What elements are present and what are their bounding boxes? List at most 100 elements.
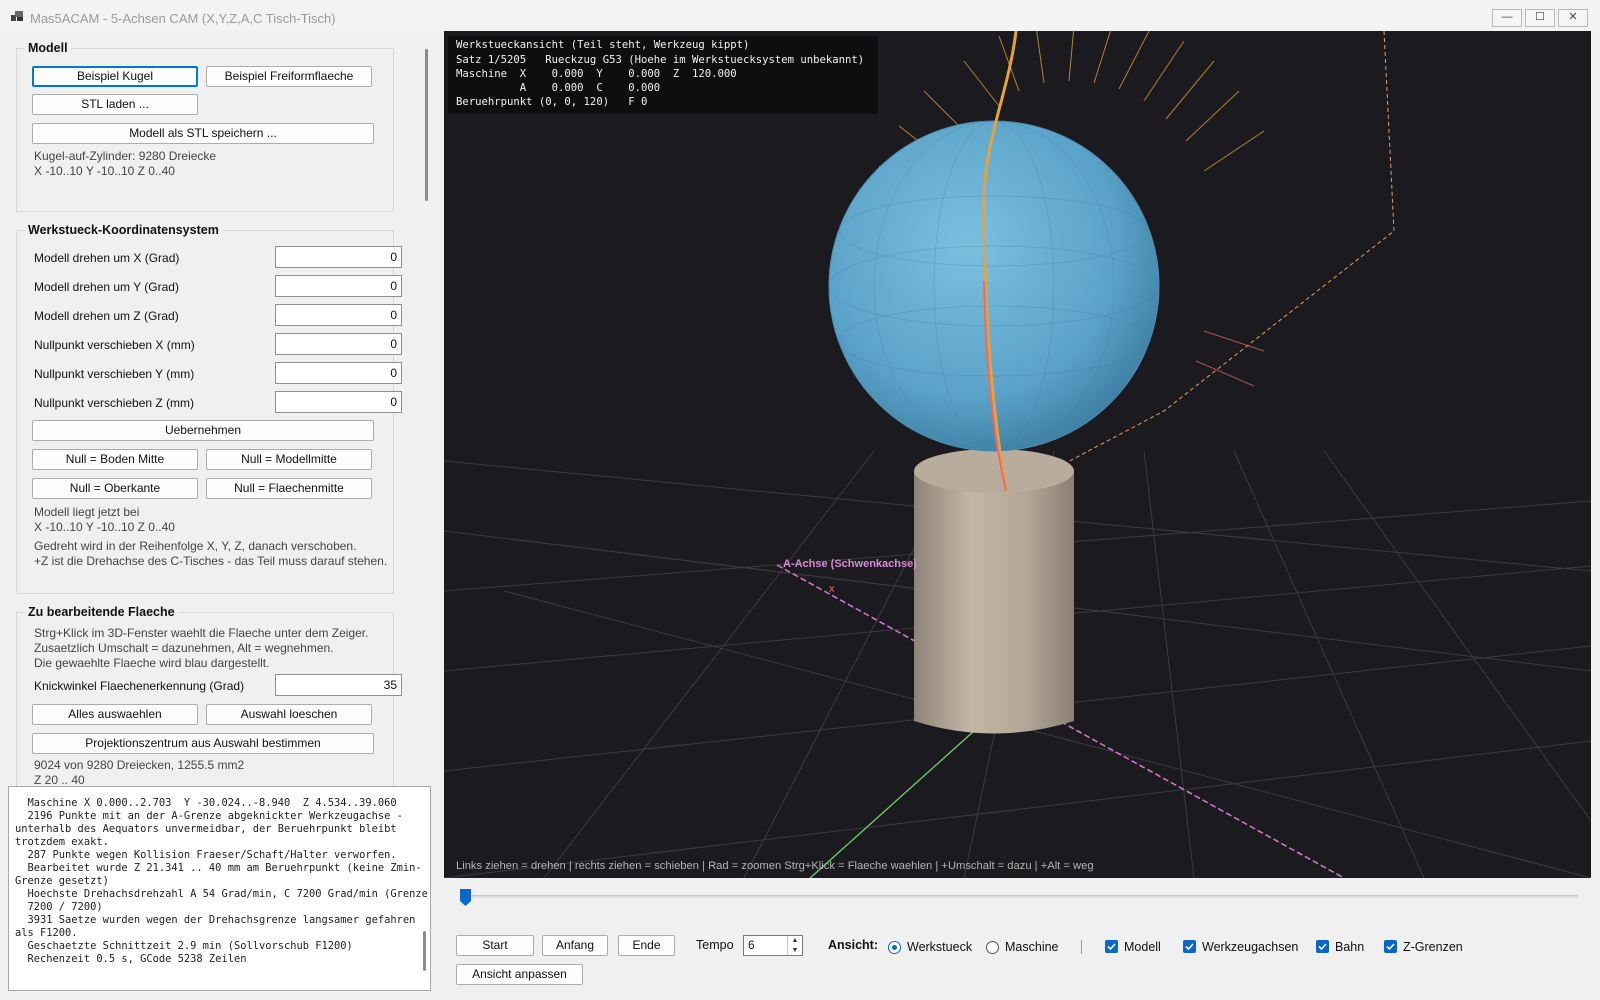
close-button[interactable]: ✕ bbox=[1558, 9, 1588, 27]
null-boden-mitte-button[interactable]: Null = Boden Mitte bbox=[32, 449, 198, 470]
flaeche-info-line1: 9024 von 9280 Dreiecken, 1255.5 mm2 bbox=[34, 758, 245, 772]
log-scrollbar-thumb[interactable] bbox=[423, 931, 426, 971]
rotate-z-input[interactable]: 0 bbox=[275, 304, 402, 326]
hud-line: Beruehrpunkt (0, 0, 120) F 0 bbox=[456, 96, 648, 108]
z-grenzen-checkbox-label[interactable]: Z-Grenzen bbox=[1403, 940, 1463, 954]
start-button[interactable]: Start bbox=[456, 935, 534, 956]
tempo-label: Tempo bbox=[696, 938, 734, 952]
rotate-x-label: Modell drehen um X (Grad) bbox=[34, 251, 180, 265]
maschine-radio-label[interactable]: Maschine bbox=[1005, 940, 1059, 954]
werkzeugachsen-checkbox-label[interactable]: Werkzeugachsen bbox=[1202, 940, 1298, 954]
offset-z-input[interactable]: 0 bbox=[275, 391, 402, 413]
modell-group-title: Modell bbox=[25, 41, 71, 55]
werkstueck-group-title: Werkstueck-Koordinatensystem bbox=[25, 223, 222, 237]
log-line: Bearbeitet wurde Z 21.341 .. 40 mm am Be… bbox=[15, 862, 422, 874]
tempo-value: 6 bbox=[748, 938, 755, 952]
log-scrollbar[interactable] bbox=[419, 786, 431, 991]
offset-z-label: Nullpunkt verschieben Z (mm) bbox=[34, 396, 195, 410]
hud-line: A 0.000 C 0.000 bbox=[456, 82, 661, 94]
null-flaechenmitte-button[interactable]: Null = Flaechenmitte bbox=[206, 478, 372, 499]
log-line: Geschaetzte Schnittzeit 2.9 min (Sollvor… bbox=[15, 940, 353, 952]
log-line: Hoechste Drehachsdrehzahl A 54 Grad/min,… bbox=[15, 888, 428, 900]
offset-x-input[interactable]: 0 bbox=[275, 333, 402, 355]
log-output[interactable]: Maschine X 0.000..2.703 Y -30.024..-8.94… bbox=[8, 786, 431, 991]
offset-y-input[interactable]: 0 bbox=[275, 362, 402, 384]
log-line: 287 Punkte wegen Kollision Fraeser/Schaf… bbox=[15, 849, 397, 861]
rotate-x-input[interactable]: 0 bbox=[275, 246, 402, 268]
hud-line: Werkstueckansicht (Teil steht, Werkzeug … bbox=[456, 39, 750, 51]
title-bar: Mas5ACAM - 5-Achsen CAM (X,Y,Z,A,C Tisch… bbox=[0, 0, 1600, 31]
rotate-y-label: Modell drehen um Y (Grad) bbox=[34, 280, 179, 294]
settings-scrollbar[interactable] bbox=[420, 31, 434, 786]
null-oberkante-button[interactable]: Null = Oberkante bbox=[32, 478, 198, 499]
green-axis-line bbox=[809, 730, 975, 878]
cylinder-body bbox=[914, 471, 1074, 734]
log-line: 2196 Punkte mit an der A-Grenze abgeknic… bbox=[15, 810, 403, 822]
flaeche-group-title: Zu bearbeitende Flaeche bbox=[25, 605, 178, 619]
playback-slider-thumb[interactable] bbox=[460, 889, 471, 906]
werkzeugachsen-checkbox[interactable] bbox=[1183, 940, 1196, 953]
log-line: Rechenzeit 0.5 s, GCode 5238 Zeilen bbox=[15, 953, 247, 965]
playback-slider-track[interactable] bbox=[464, 895, 1578, 898]
log-line: 7200 / 7200) bbox=[15, 901, 103, 913]
app-icon bbox=[11, 11, 23, 21]
ende-button[interactable]: Ende bbox=[618, 935, 675, 956]
log-line: als F1200. bbox=[15, 927, 78, 939]
toolbar-separator bbox=[1081, 940, 1082, 954]
wks-info-line2: X -10..10 Y -10..10 Z 0..40 bbox=[34, 520, 175, 534]
log-line: Maschine X 0.000..2.703 Y -30.024..-8.94… bbox=[15, 797, 397, 809]
hud-line: Maschine X 0.000 Y 0.000 Z 120.000 bbox=[456, 68, 737, 80]
spinner-up-icon[interactable]: ▲ bbox=[787, 936, 802, 945]
auswahl-loeschen-button[interactable]: Auswahl loeschen bbox=[206, 704, 372, 725]
rotate-y-input[interactable]: 0 bbox=[275, 275, 402, 297]
anfang-button[interactable]: Anfang bbox=[542, 935, 608, 956]
flaeche-hint-line2: Zusaetzlich Umschalt = dazunehmen, Alt =… bbox=[34, 641, 334, 655]
z-grenzen-checkbox[interactable] bbox=[1384, 940, 1397, 953]
flaeche-info-line2: Z 20 .. 40 bbox=[34, 773, 85, 786]
modell-stl-speichern-button[interactable]: Modell als STL speichern ... bbox=[32, 123, 374, 144]
maximize-button[interactable]: ☐ bbox=[1525, 9, 1555, 27]
wks-note-line2: +Z ist die Drehachse des C-Tisches - das… bbox=[34, 554, 388, 568]
modell-checkbox[interactable] bbox=[1105, 940, 1118, 953]
modell-checkbox-label[interactable]: Modell bbox=[1124, 940, 1161, 954]
offset-x-label: Nullpunkt verschieben X (mm) bbox=[34, 338, 195, 352]
3d-scene[interactable] bbox=[444, 31, 1591, 878]
ansicht-anpassen-button[interactable]: Ansicht anpassen bbox=[456, 964, 583, 985]
window-title: Mas5ACAM - 5-Achsen CAM (X,Y,Z,A,C Tisch… bbox=[30, 11, 336, 26]
maschine-radio[interactable] bbox=[986, 941, 999, 954]
werkstueck-radio-label[interactable]: Werkstueck bbox=[907, 940, 972, 954]
settings-panel: Modell Beispiel Kugel Beispiel Freiformf… bbox=[8, 31, 432, 786]
cylinder-top bbox=[914, 449, 1074, 493]
bahn-checkbox[interactable] bbox=[1316, 940, 1329, 953]
a-axis-marker: x bbox=[829, 583, 835, 595]
modell-info-line2: X -10..10 Y -10..10 Z 0..40 bbox=[34, 164, 175, 178]
log-line: 3931 Saetze wurden wegen der Drehachsgre… bbox=[15, 914, 416, 926]
3d-viewport[interactable] bbox=[444, 31, 1591, 878]
wks-info-line1: Modell liegt jetzt bei bbox=[34, 505, 140, 519]
knickwinkel-label: Knickwinkel Flaechenerkennung (Grad) bbox=[34, 679, 245, 693]
knickwinkel-input[interactable]: 35 bbox=[275, 674, 402, 696]
bahn-checkbox-label[interactable]: Bahn bbox=[1335, 940, 1364, 954]
werkstueck-radio[interactable] bbox=[888, 941, 901, 954]
alles-auswaehlen-button[interactable]: Alles auswaehlen bbox=[32, 704, 198, 725]
a-axis-label: A-Achse (Schwenkachse) bbox=[783, 558, 917, 570]
log-line: unterhalb des Aequators unvermeidbar, de… bbox=[15, 823, 397, 835]
viewport-hint: Links ziehen = drehen | rechts ziehen = … bbox=[456, 860, 1094, 872]
null-modellmitte-button[interactable]: Null = Modellmitte bbox=[206, 449, 372, 470]
stl-laden-button[interactable]: STL laden ... bbox=[32, 94, 198, 115]
minimize-button[interactable]: — bbox=[1492, 9, 1522, 27]
beispiel-kugel-button[interactable]: Beispiel Kugel bbox=[32, 66, 198, 87]
settings-scrollbar-thumb[interactable] bbox=[425, 49, 428, 201]
offset-y-label: Nullpunkt verschieben Y (mm) bbox=[34, 367, 195, 381]
flaeche-hint-line1: Strg+Klick im 3D-Fenster waehlt die Flae… bbox=[34, 626, 369, 640]
tempo-spinner[interactable]: 6 ▲ ▼ bbox=[743, 935, 803, 956]
projektionszentrum-button[interactable]: Projektionszentrum aus Auswahl bestimmen bbox=[32, 733, 374, 754]
spinner-down-icon[interactable]: ▼ bbox=[787, 946, 802, 955]
wks-note-line1: Gedreht wird in der Reihenfolge X, Y, Z,… bbox=[34, 539, 357, 553]
flaeche-hint-line3: Die gewaehlte Flaeche wird blau dargeste… bbox=[34, 656, 270, 670]
beispiel-freiformflaeche-button[interactable]: Beispiel Freiformflaeche bbox=[206, 66, 372, 87]
log-line: Grenze gesetzt) bbox=[15, 875, 109, 887]
uebernehmen-button[interactable]: Uebernehmen bbox=[32, 420, 374, 441]
modell-info-line1: Kugel-auf-Zylinder: 9280 Dreiecke bbox=[34, 149, 217, 163]
rotate-z-label: Modell drehen um Z (Grad) bbox=[34, 309, 179, 323]
